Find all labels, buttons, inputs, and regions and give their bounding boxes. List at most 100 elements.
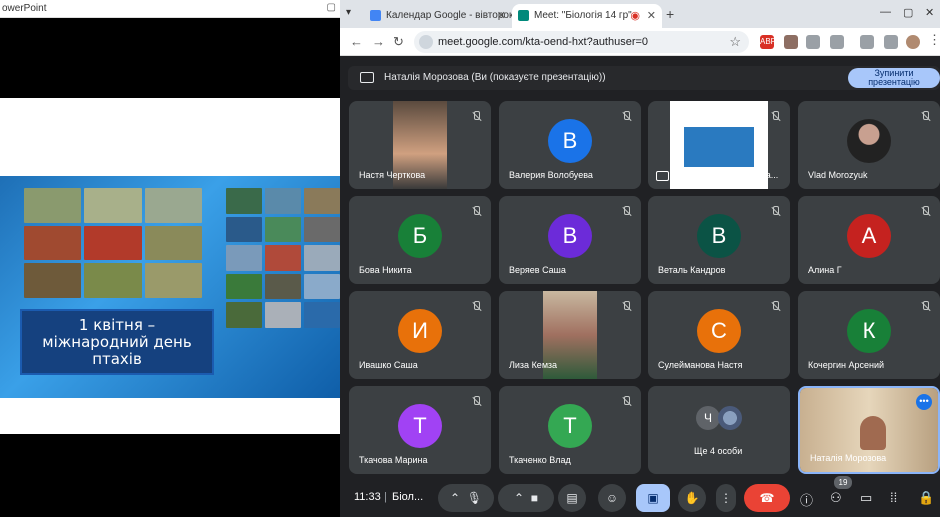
meet-control-bar: 11:33 | Біол... ⌃ 🎙 ⌃ ■ ▤ ☺ ▣ ✋ ⋮ ☎ ⓘ ⚇ … xyxy=(340,474,940,517)
extension-icon[interactable] xyxy=(784,35,798,49)
microphone-button[interactable]: ⌃ 🎙 xyxy=(438,484,494,512)
participant-name: Настя Черткова xyxy=(359,170,426,180)
participant-tile[interactable]: Vlad Morozyuk xyxy=(798,101,940,189)
mic-off-icon xyxy=(920,301,930,313)
bird-photo xyxy=(144,188,202,223)
powerpoint-titlebar[interactable]: owerPoint ▢ xyxy=(0,0,340,18)
adblock-icon[interactable]: ABP xyxy=(760,35,776,49)
captions-button[interactable]: ▤ xyxy=(558,484,586,512)
people-icon[interactable]: ⚇ xyxy=(830,490,842,506)
bird-photo xyxy=(84,188,142,223)
person-figure xyxy=(860,416,886,450)
avatar: Б xyxy=(398,214,442,258)
participant-tile[interactable]: Б Бова Никита xyxy=(349,196,491,284)
participant-tile[interactable]: В Веталь Кандров xyxy=(648,196,790,284)
stop-presenting-button[interactable]: Зупинити презентацію xyxy=(848,68,940,88)
participant-tile[interactable]: Т Ткачова Марина xyxy=(349,386,491,474)
meet-icon xyxy=(518,10,529,21)
participant-tile[interactable]: В Веряев Саша xyxy=(499,196,641,284)
emoji-icon: ☺ xyxy=(605,491,619,505)
participant-tile[interactable]: С Сулейманова Настя xyxy=(648,291,790,379)
participant-tile[interactable]: Лиза Кемза xyxy=(499,291,641,379)
participant-name: Кочергин Арсений xyxy=(808,360,885,370)
close-tab-icon[interactable]: ✕ xyxy=(497,9,506,22)
close-tab-icon[interactable]: ✕ xyxy=(647,9,656,22)
host-controls-icon[interactable]: 🔒 xyxy=(918,490,934,506)
download-icon[interactable] xyxy=(884,35,898,49)
address-bar[interactable]: meet.google.com/kta-oend-hxt?authuser=0 … xyxy=(414,31,749,53)
reload-icon[interactable]: ↻ xyxy=(393,34,404,50)
close-icon[interactable]: ▢ xyxy=(327,2,336,13)
avatar: А xyxy=(847,214,891,258)
tab-meet[interactable]: Meet: "Біологія 14 гр" ◉ ✕ xyxy=(512,4,662,28)
participant-tile[interactable]: В Валерия Волобуева xyxy=(499,101,641,189)
participant-tile[interactable]: Настя Черткова xyxy=(349,101,491,189)
media-control-icon[interactable] xyxy=(860,35,874,49)
present-screen-icon: ▣ xyxy=(647,491,659,505)
tab-search-icon[interactable]: ▾ xyxy=(346,7,351,18)
back-icon[interactable]: ← xyxy=(350,34,363,49)
caption-line: 1 квітня – xyxy=(78,316,156,334)
more-vert-icon: ⋮ xyxy=(720,491,732,505)
menu-kebab-icon[interactable]: ⋮ xyxy=(928,32,940,48)
browser-toolbar: ← → ↻ meet.google.com/kta-oend-hxt?authu… xyxy=(340,28,940,56)
activities-icon[interactable]: ⁞⁞ xyxy=(890,490,897,505)
more-participants-tile[interactable]: Ч Ще 4 особи xyxy=(648,386,790,474)
self-view-tile[interactable]: ••• Наталія Морозова xyxy=(798,386,940,474)
leave-call-button[interactable]: ☎ xyxy=(744,484,790,512)
raise-hand-button[interactable]: ✋ xyxy=(678,484,706,512)
mic-off-icon xyxy=(621,396,631,408)
close-window-icon[interactable]: ✕ xyxy=(925,6,934,19)
avatar: Т xyxy=(398,404,442,448)
bird-photo xyxy=(265,245,301,271)
mic-off-icon xyxy=(471,206,481,218)
meeting-name: Біол... xyxy=(392,491,424,503)
mic-off-icon xyxy=(471,396,481,408)
avatar: В xyxy=(548,119,592,163)
extensions-puzzle-icon[interactable] xyxy=(830,35,844,49)
minimize-icon[interactable]: — xyxy=(880,6,891,18)
participant-tile[interactable]: Наталія Морозова (Ва... xyxy=(648,101,790,189)
participant-tile[interactable]: И Ивашко Саша xyxy=(349,291,491,379)
bird-photo xyxy=(226,302,262,328)
present-button[interactable]: ▣ xyxy=(636,484,670,512)
profile-avatar[interactable] xyxy=(906,35,920,49)
tab-label: Meet: "Біологія 14 гр" xyxy=(534,10,632,21)
participant-tile[interactable]: Т Ткаченко Влад xyxy=(499,386,641,474)
extension-icon[interactable] xyxy=(806,35,820,49)
participant-tile[interactable]: К Кочергин Арсений xyxy=(798,291,940,379)
bird-photo xyxy=(144,263,202,298)
screen: owerPoint ▢ 1 квітня – міжнародний день … xyxy=(0,0,940,517)
microphone-icon: 🎙 xyxy=(466,491,482,505)
participant-name: Веталь Кандров xyxy=(658,265,726,275)
url-text: meet.google.com/kta-oend-hxt?authuser=0 xyxy=(438,36,649,48)
new-tab-icon[interactable]: + xyxy=(666,6,674,22)
participant-name: Сулейманова Настя xyxy=(658,360,743,370)
forward-icon[interactable]: → xyxy=(372,34,385,49)
chevron-up-icon[interactable]: ⌃ xyxy=(450,491,460,505)
bookmark-star-icon[interactable]: ☆ xyxy=(729,34,741,50)
chat-icon[interactable]: ▭ xyxy=(860,490,872,506)
more-options-icon[interactable]: ••• xyxy=(916,394,932,410)
bird-photo xyxy=(24,188,82,223)
site-info-icon[interactable] xyxy=(419,35,433,49)
present-screen-icon xyxy=(656,171,669,181)
chevron-up-icon[interactable]: ⌃ xyxy=(514,491,524,505)
bird-photo xyxy=(304,273,340,300)
clock: 11:33 xyxy=(354,491,381,503)
camera-button[interactable]: ⌃ ■ xyxy=(498,484,554,512)
avatar xyxy=(847,119,891,163)
bird-photo xyxy=(304,245,340,271)
bird-photo xyxy=(265,302,301,328)
info-icon[interactable]: ⓘ xyxy=(800,490,813,509)
bird-photo xyxy=(304,302,340,328)
bird-photo xyxy=(265,216,301,243)
reactions-button[interactable]: ☺ xyxy=(598,484,626,512)
participant-name: Ще 4 особи xyxy=(694,446,743,456)
participants-count-badge: 19 xyxy=(834,476,852,489)
tab-calendar[interactable]: Календар Google - вівторок, 1 ✕ xyxy=(364,4,512,28)
maximize-icon[interactable]: ▢ xyxy=(903,6,913,19)
participant-tile[interactable]: А Алина Г xyxy=(798,196,940,284)
avatar: С xyxy=(697,309,741,353)
more-options-button[interactable]: ⋮ xyxy=(716,484,736,512)
